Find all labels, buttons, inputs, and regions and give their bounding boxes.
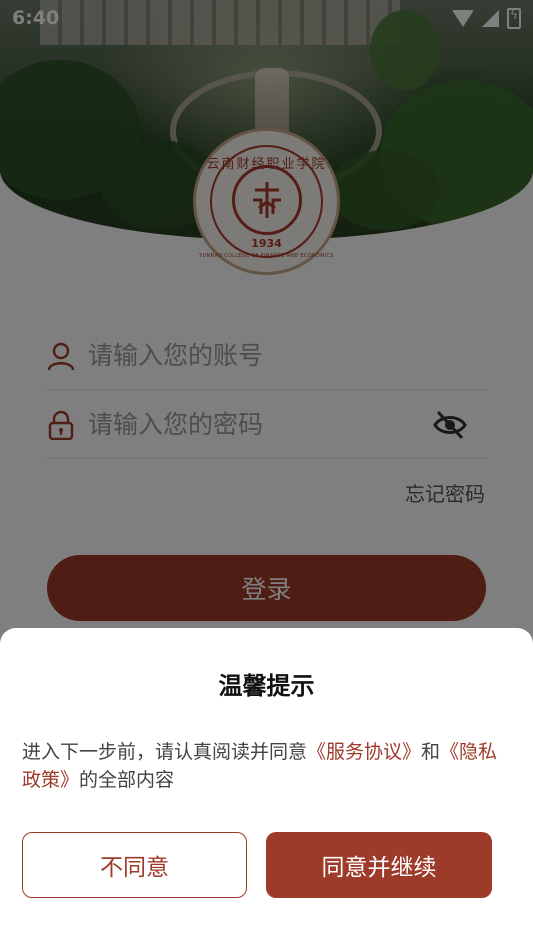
dialog-message: 进入下一步前，请认真阅读并同意《服务协议》和《隐私政策》的全部内容 (22, 738, 511, 794)
service-agreement-link[interactable]: 《服务协议》 (307, 741, 421, 763)
privacy-consent-dialog: 温馨提示 进入下一步前，请认真阅读并同意《服务协议》和《隐私政策》的全部内容 不… (0, 628, 533, 948)
disagree-button[interactable]: 不同意 (22, 832, 247, 898)
agree-continue-button[interactable]: 同意并继续 (266, 832, 492, 898)
dialog-message-suffix: 的全部内容 (79, 769, 175, 791)
dialog-title: 温馨提示 (218, 672, 315, 700)
dialog-message-and: 和 (421, 741, 441, 763)
dialog-message-prefix: 进入下一步前，请认真阅读并同意 (22, 741, 308, 763)
